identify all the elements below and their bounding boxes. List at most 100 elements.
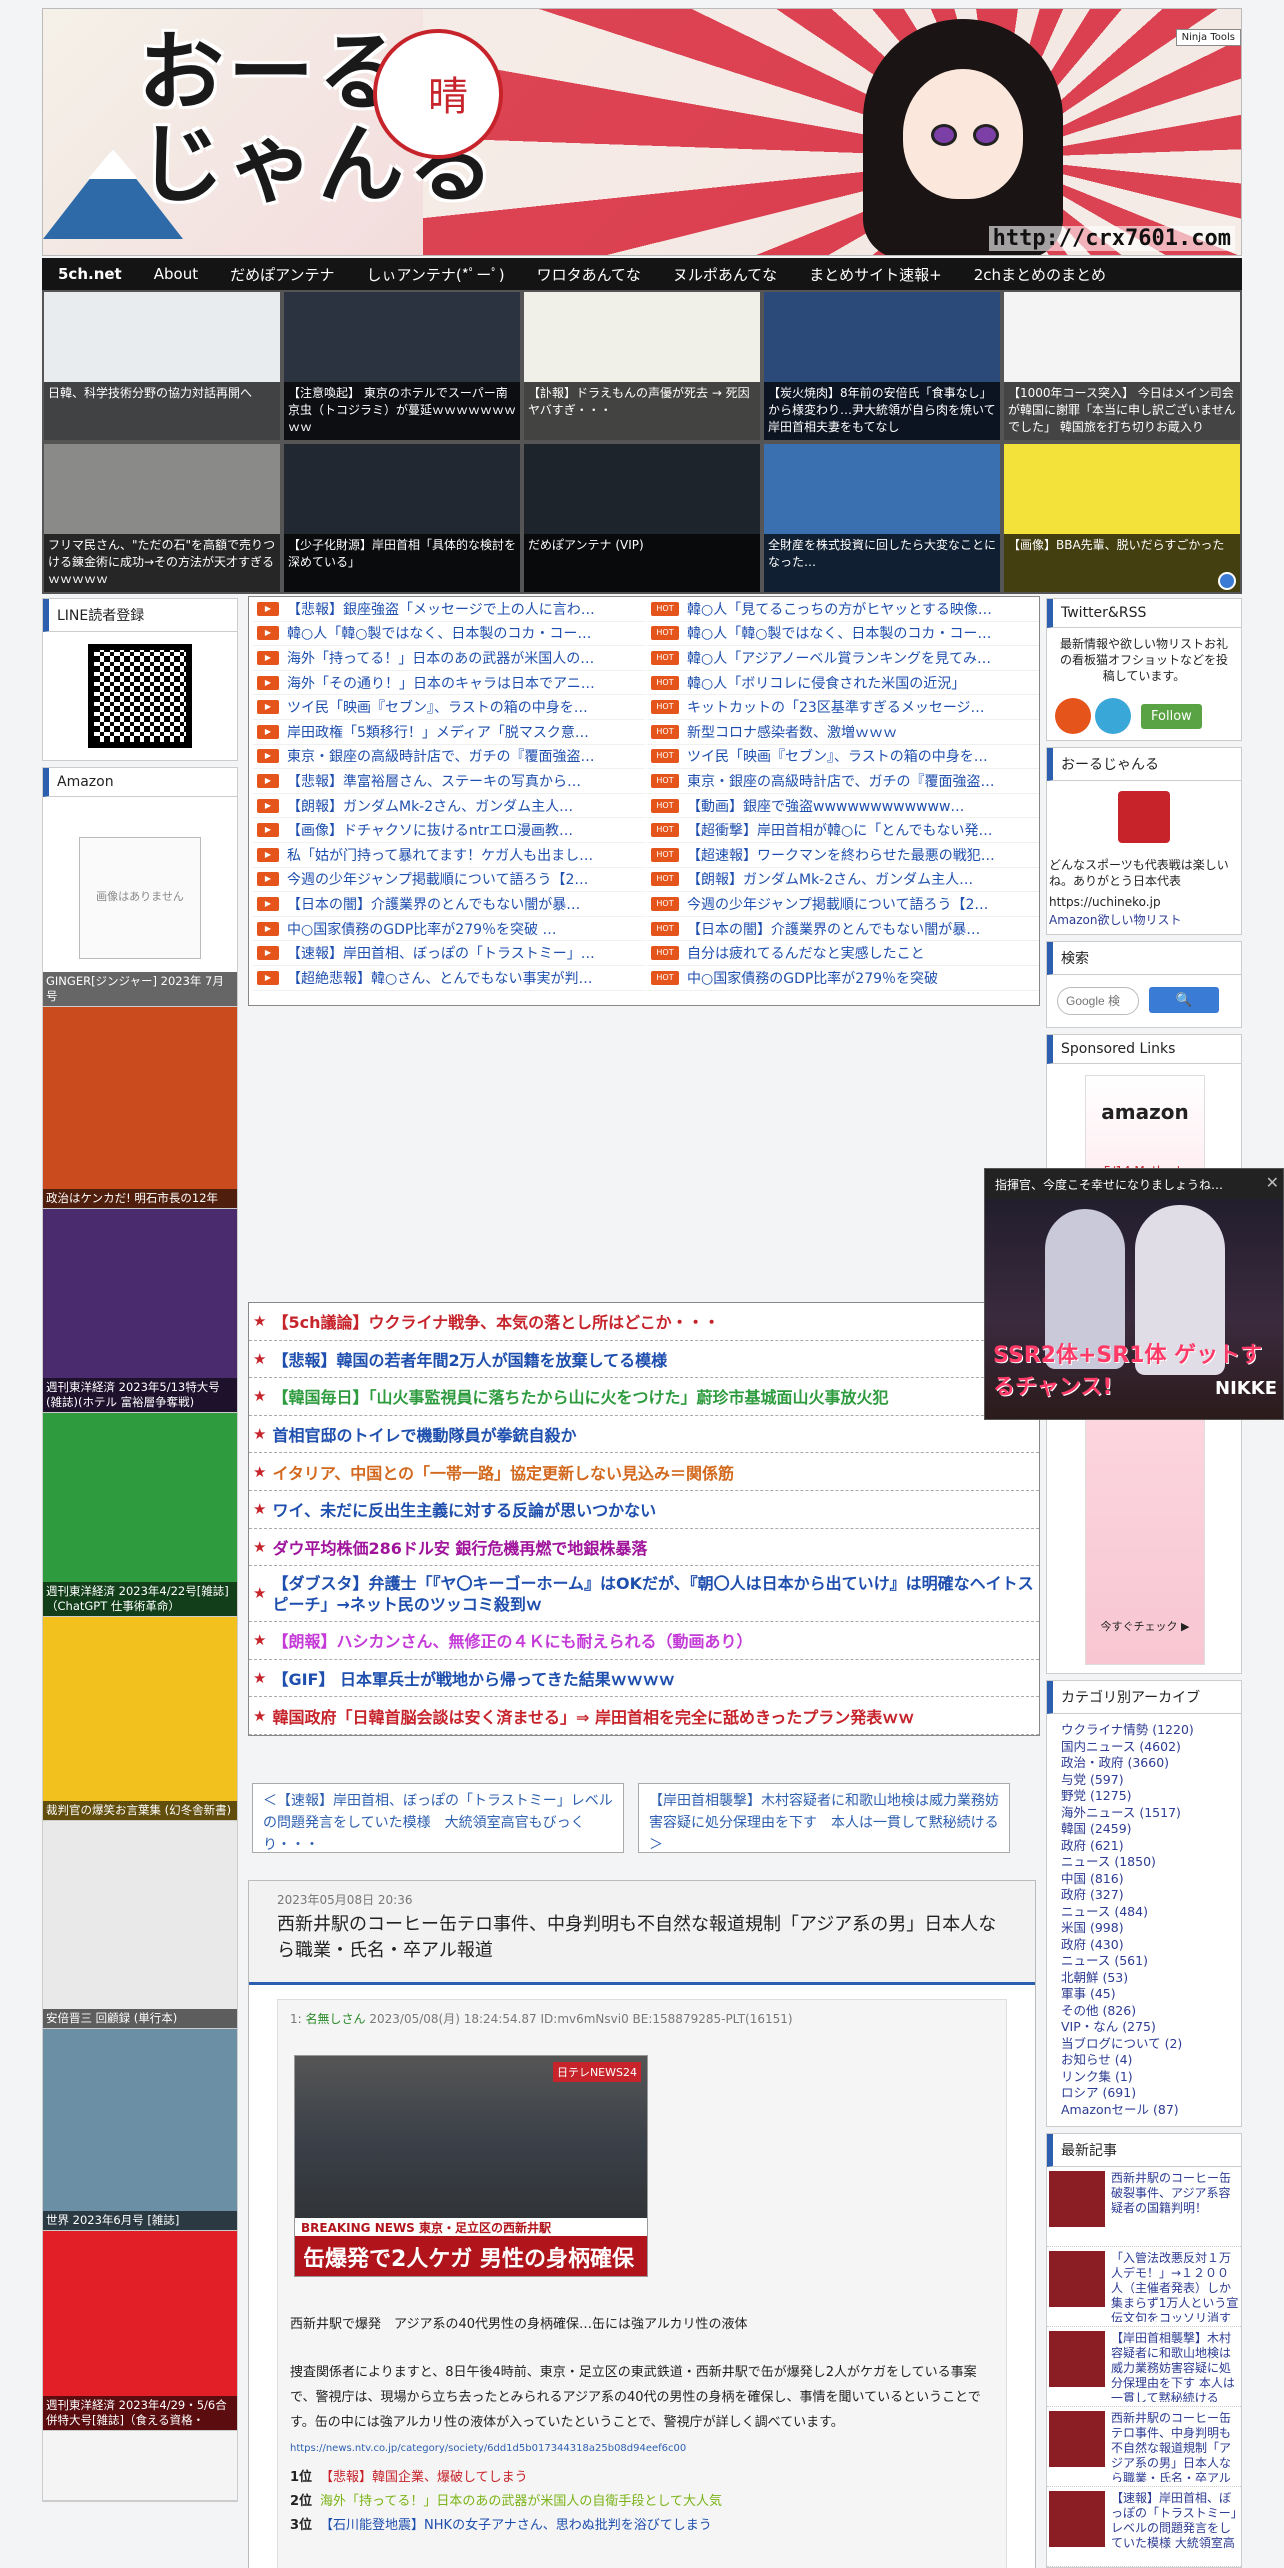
amazon-book-item[interactable] [43, 2431, 237, 2501]
category-link[interactable]: ロシア (691) [1061, 2085, 1227, 2102]
thumb-card[interactable]: 日韓、科学技術分野の協力対話再開へ [42, 290, 282, 442]
thumb-card[interactable]: 【訃報】ドラえもんの声優が死去 → 死因ヤバすぎ・・・ [522, 290, 762, 442]
category-link[interactable]: その他 (826) [1061, 2003, 1227, 2020]
thumb-card[interactable]: 【少子化財源】岸田首相「具体的な検討を深めている」 [282, 442, 522, 594]
headline-item[interactable]: ★ ダウ平均株価286ドル安 銀行危機再燃で地銀株暴落 [249, 1529, 1039, 1567]
antenna-list-item[interactable]: HOT 今週の少年ジャンプ掲載順について語ろう【2… [647, 892, 1039, 917]
prev-article-link[interactable]: ＜【速報】岸田首相、ぼっぽの「トラストミー」レベルの問題発言をしていた模様 大統… [252, 1783, 624, 1853]
antenna-list-item[interactable]: HOT 韓○人「ボリコレに侵食された米国の近況」 [647, 671, 1039, 696]
antenna-list-item[interactable]: HOT キットカットの「23区基準すぎるメッセージ… [647, 695, 1039, 720]
antenna-list-item[interactable]: ▶ 【日本の闇】介護業界のとんでもない闇が暴… [253, 892, 645, 917]
antenna-list-item[interactable]: HOT 東京・銀座の高級時計店で、ガチの『覆面強盗… [647, 769, 1039, 794]
profile-link-uchineko[interactable]: https://uchineko.jp [1047, 893, 1241, 911]
article-title[interactable]: 西新井駅のコーヒー缶テロ事件、中身判明も不自然な報道規制「アジア系の男」日本人な… [277, 1912, 1007, 1964]
headline-item[interactable]: ★ 【GIF】 日本軍兵士が戦地から帰ってきた結果ｗｗｗｗ [249, 1660, 1039, 1698]
antenna-list-item[interactable]: ▶ 【超絶悲報】韓○さん、とんでもない事実が判… [253, 966, 645, 991]
nav-about[interactable]: About [138, 265, 214, 283]
category-link[interactable]: 野党 (1275) [1061, 1788, 1227, 1805]
follow-button[interactable]: Follow [1141, 703, 1202, 729]
antenna-list-item[interactable]: ▶ ツイ民「映画『セブン』、ラストの箱の中身を… [253, 695, 645, 720]
antenna-list-item[interactable]: HOT 【日本の闇】介護業界のとんでもない闇が暴… [647, 917, 1039, 942]
amazon-book-item[interactable]: 週刊東洋経済 2023年4/29・5/6合併特大号[雑誌]（食える資格・ [43, 2231, 237, 2431]
thumb-card[interactable]: 【画像】BBA先輩、脱いだらすごかった [1002, 442, 1242, 594]
amazon-book-item[interactable]: 週刊東洋経済 2023年5/13特大号(雑誌)(ホテル 富裕層争奪戦) [43, 1209, 237, 1413]
popular-ranking-item[interactable]: 3位 【石川能登地震】NHKの女子アナさん、思わぬ批判を浴びてしまう [290, 2514, 994, 2538]
headline-item[interactable]: ★ 【5ch議論】ウクライナ戦争、本気の落とし所はどこか・・・ [249, 1303, 1039, 1341]
headline-item[interactable]: ★ 【朗報】ハシカンさん、無修正の４Ｋにも耐えられる（動画あり） [249, 1622, 1039, 1660]
site-header-banner[interactable]: おーる じゃんる 晴 Ninja Tools http://crx7601.co… [42, 8, 1242, 256]
new-article-item[interactable]: 西新井駅のコーヒー缶テロ事件、中身判明も不自然な報道規制「アジア系の男」日本人な… [1047, 2407, 1241, 2487]
antenna-list-item[interactable]: HOT 中○国家債務のGDP比率が279％を突破 [647, 966, 1039, 991]
category-link[interactable]: ニュース (561) [1061, 1953, 1227, 1970]
rss-icon[interactable] [1055, 698, 1091, 734]
thumb-card[interactable]: 【注意喚起】 東京のホテルでスーパー南京虫（トコジラミ）が蔓延ｗｗｗｗｗｗｗｗｗ [282, 290, 522, 442]
headline-item[interactable]: ★ 【韓国毎日】「山火事監視員に落ちたから山に火をつけた」蔚珍市基城面山火事放火犯 [249, 1378, 1039, 1416]
category-link[interactable]: お知らせ (4) [1061, 2052, 1227, 2069]
twitter-icon[interactable] [1095, 698, 1131, 734]
antenna-list-item[interactable]: HOT 【朗報】ガンダムMk-2さん、ガンダム主人… [647, 868, 1039, 893]
nav-warota[interactable]: ワロタあんてな [521, 264, 657, 285]
antenna-list-item[interactable]: ▶ 韓○人「韓○製ではなく、日本製のコカ・コー… [253, 622, 645, 647]
antenna-list-item[interactable]: ▶ 海外「その通り！」日本のキャラは日本でアニ… [253, 671, 645, 696]
antenna-list-item[interactable]: ▶ 今週の少年ジャンプ掲載順について語ろう【2… [253, 868, 645, 893]
antenna-list-item[interactable]: ▶ 【悲報】銀座強盗「メッセージで上の人に言わ… [253, 597, 645, 622]
thumb-card[interactable]: 【1000年コース突入】 今日はメイン司会が韓国に謝罪「本当に申し訳ございません… [1002, 290, 1242, 442]
line-qr-code[interactable] [88, 644, 192, 748]
antenna-list-item[interactable]: ▶ 【朗報】ガンダムMk-2さん、ガンダム主人… [253, 794, 645, 819]
popular-ranking-item[interactable]: 1位 【悲報】韓国企業、爆破してしまう [290, 2466, 994, 2490]
amazon-book-item[interactable]: 世界 2023年6月号 [雑誌] [43, 2029, 237, 2231]
antenna-list-item[interactable]: HOT 【超速報】ワークマンを終わらせた最悪の戦犯… [647, 843, 1039, 868]
new-article-item[interactable]: 【速報】岸田首相、ぼっぽの「トラストミー」レベルの問題発言をしていた模様 大統領… [1047, 2487, 1241, 2567]
antenna-list-item[interactable]: HOT 新型コロナ感染者数、激増ｗｗｗ [647, 720, 1039, 745]
headline-item[interactable]: ★ 【悲報】韓国の若者年間2万人が国籍を放棄してる模様 [249, 1341, 1039, 1379]
category-link[interactable]: ウクライナ情勢 (1220) [1061, 1722, 1227, 1739]
category-link[interactable]: ニュース (1850) [1061, 1854, 1227, 1871]
close-icon[interactable]: ✕ [1266, 1173, 1279, 1192]
category-link[interactable]: ニュース (484) [1061, 1904, 1227, 1921]
thumb-card[interactable]: 【炭火焼肉】8年前の安倍氏「食事なし」から様変わり…尹大統領が自ら肉を焼いて岸田… [762, 290, 1002, 442]
nav-damepo[interactable]: だめぽアンテナ [214, 264, 350, 285]
antenna-list-item[interactable]: ▶ 岸田政権「5類移行！」メディア「脱マスク意… [253, 720, 645, 745]
amazon-book-item[interactable]: 裁判官の爆笑お言葉集 (幻冬舎新書) [43, 1617, 237, 1821]
thumb-card[interactable]: だめぽアンテナ (VIP) [522, 442, 762, 594]
category-link[interactable]: Amazonセール (87) [1061, 2102, 1227, 2119]
category-link[interactable]: 海外ニュース (1517) [1061, 1805, 1227, 1822]
headline-item[interactable]: ★ 韓国政府「日韓首脳会談は安く済ませる」⇒ 岸田首相を完全に舐めきったプラン発表… [249, 1697, 1039, 1735]
nav-shii[interactable]: しぃアンテナ(*ﾟーﾟ) [351, 264, 521, 285]
search-button[interactable]: 🔍 [1149, 987, 1219, 1013]
new-article-item[interactable]: 【岸田首相襲撃】木村容疑者に和歌山地検は威力業務妨害容疑に処分保理由を下す 本人… [1047, 2327, 1241, 2407]
amazon-book-item[interactable]: 安倍晋三 回顧録 (単行本) [43, 1821, 237, 2029]
headline-item[interactable]: ★ イタリア、中国との「一帯一路」協定更新しない見込み＝関係筋 [249, 1453, 1039, 1491]
antenna-list-item[interactable]: HOT 自分は疲れてるんだなと実感したこと [647, 941, 1039, 966]
category-link[interactable]: 米国 (998) [1061, 1920, 1227, 1937]
popular-ranking-item[interactable]: 2位 海外「持ってる！」日本のあの武器が米国人の自衛手段として大人気 [290, 2490, 994, 2514]
headline-item[interactable]: ★ 首相官邸のトイレで機動隊員が拳銃自殺か [249, 1416, 1039, 1454]
antenna-list-item[interactable]: ▶ 【悲報】準富裕層さん、ステーキの写真から… [253, 769, 645, 794]
antenna-list-item[interactable]: HOT 【超衝撃】岸田首相が韓○に「とんでもない発… [647, 818, 1039, 843]
news-photo[interactable]: 日テレNEWS24 BREAKING NEWS 東京・足立区の西新井駅 缶爆発で… [294, 2055, 648, 2277]
nav-nurupo[interactable]: ヌルポあんてな [657, 264, 793, 285]
antenna-list-item[interactable]: ▶ 中○国家債務のGDP比率が279％を突破 … [253, 917, 645, 942]
antenna-list-item[interactable]: HOT 【動画】銀座で強盗wwwwwwwwwwww… [647, 794, 1039, 819]
antenna-list-item[interactable]: HOT ツイ民「映画『セブン』、ラストの箱の中身を… [647, 745, 1039, 770]
category-link[interactable]: 政治・政府 (3660) [1061, 1755, 1227, 1772]
ninja-tools-badge[interactable]: Ninja Tools [1175, 29, 1241, 46]
amazon-book-item[interactable]: 週刊東洋経済 2023年4/22号[雑誌]（ChatGPT 仕事術革命） [43, 1413, 237, 1617]
source-link[interactable]: https://news.ntv.co.jp/category/society/… [290, 2443, 994, 2454]
category-link[interactable]: 韓国 (2459) [1061, 1821, 1227, 1838]
profile-link-wishlist[interactable]: Amazon欲しい物リスト [1047, 911, 1241, 934]
search-input[interactable] [1057, 987, 1139, 1015]
antenna-list-item[interactable]: ▶ 【速報】岸田首相、ぼっぽの「トラストミー」… [253, 941, 645, 966]
category-link[interactable]: 国内ニュース (4602) [1061, 1739, 1227, 1756]
nav-5ch[interactable]: 5ch.net [42, 265, 138, 283]
category-link[interactable]: 政府 (430) [1061, 1937, 1227, 1954]
category-link[interactable]: VIP・なん (275) [1061, 2019, 1227, 2036]
category-link[interactable]: リンク集 (1) [1061, 2069, 1227, 2086]
headline-item[interactable]: ★ 【ダブスタ】弁護士「『ヤ〇キーゴーホーム』はOKだが、『朝〇人は日本から出てい… [249, 1566, 1039, 1623]
amazon-book-item[interactable]: 画像はありません GINGER[ジンジャー] 2023年 7月号 [43, 797, 237, 1007]
nav-matome-plus[interactable]: まとめサイト速報+ [793, 264, 958, 285]
antenna-list-item[interactable]: HOT 韓○人「韓○製ではなく、日本製のコカ・コー… [647, 622, 1039, 647]
category-link[interactable]: 当ブログについて (2) [1061, 2036, 1227, 2053]
new-article-item[interactable]: 西新井駅のコーヒー缶破裂事件、アジア系容疑者の国籍判明！ [1047, 2167, 1241, 2247]
antenna-list-item[interactable]: ▶ 私「姑が门持って暴れてます！ケガ人も出まし… [253, 843, 645, 868]
